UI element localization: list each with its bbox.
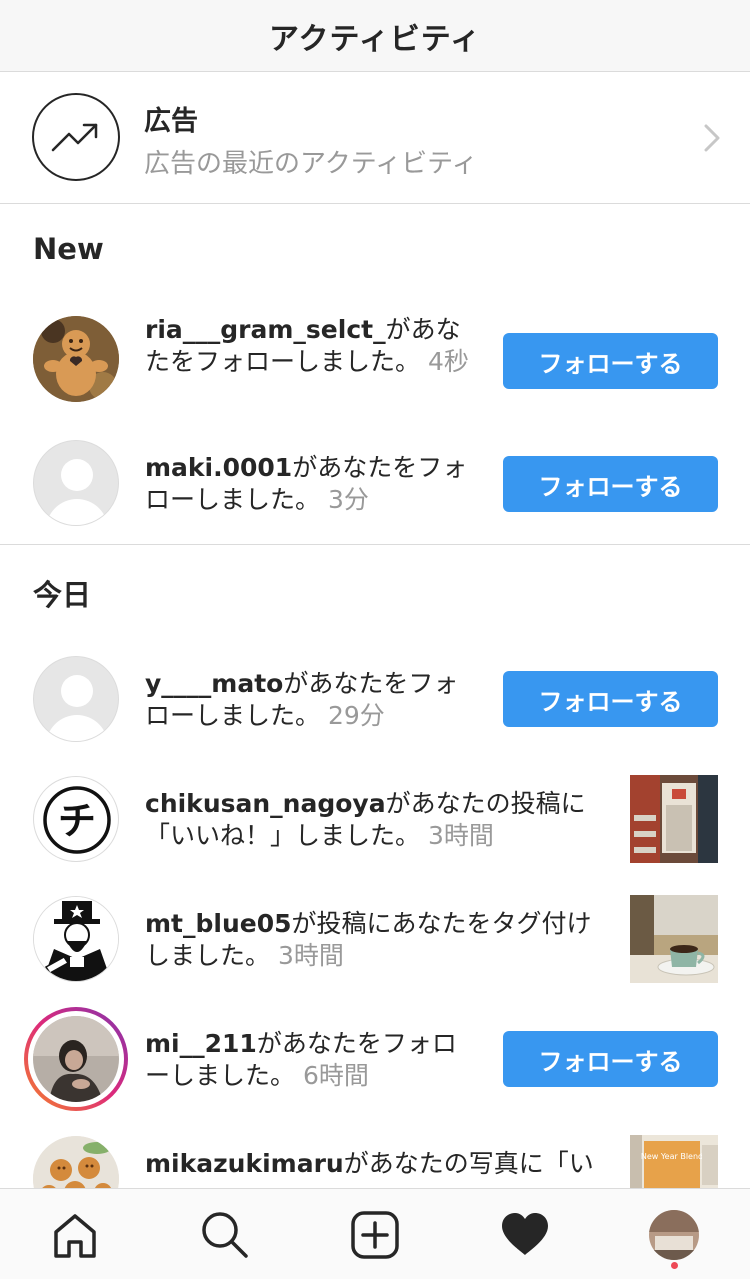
activity-item[interactable]: ria___gram_selct_があなたをフォローしました。 4秒 フォローす… bbox=[0, 300, 750, 420]
chi-logo[interactable]: チ bbox=[33, 776, 119, 862]
activity-item[interactable]: y____matoがあなたをフォローしました。 29分 フォローする bbox=[0, 640, 750, 758]
default-avatar-icon[interactable] bbox=[33, 656, 119, 742]
section-divider bbox=[0, 544, 750, 545]
username[interactable]: mi__211 bbox=[145, 1029, 257, 1058]
username[interactable]: chikusan_nagoya bbox=[145, 789, 386, 818]
username[interactable]: mt_blue05 bbox=[145, 909, 292, 938]
activity-text: ria___gram_selct_があなたをフォローしました。 4秒 bbox=[145, 314, 475, 378]
timestamp: 4秒 bbox=[427, 347, 469, 376]
activity-text: maki.0001があなたをフォローしました。 3分 bbox=[145, 452, 475, 516]
timestamp: 3時間 bbox=[427, 821, 494, 850]
activity-item[interactable]: mt_blue05が投稿にあなたをタグ付けしました。 3時間 bbox=[0, 880, 750, 1000]
user-avatar[interactable] bbox=[33, 1136, 119, 1188]
activity-text: mi__211があなたをフォローしました。 6時間 bbox=[145, 1028, 475, 1092]
activity-item[interactable]: チ chikusan_nagoyaがあなたの投稿に「いいね！」しました。 3時間 bbox=[0, 760, 750, 880]
activity-text: mikazukimaruがあなたの写真に「い bbox=[145, 1148, 600, 1180]
home-icon[interactable] bbox=[49, 1209, 101, 1261]
bottom-nav bbox=[0, 1188, 750, 1279]
search-icon[interactable] bbox=[199, 1209, 251, 1261]
follow-button[interactable]: フォローする bbox=[503, 333, 718, 389]
username[interactable]: maki.0001 bbox=[145, 453, 292, 482]
post-thumbnail[interactable]: New Year Blend bbox=[630, 1135, 718, 1188]
username[interactable]: ria___gram_selct_ bbox=[145, 315, 386, 344]
notification-dot bbox=[671, 1262, 678, 1269]
heart-icon[interactable] bbox=[499, 1209, 551, 1261]
default-avatar-icon[interactable] bbox=[33, 440, 119, 526]
user-avatar[interactable] bbox=[33, 316, 119, 402]
timestamp: 3時間 bbox=[277, 941, 344, 970]
header: アクティビティ bbox=[0, 0, 750, 72]
user-avatar[interactable] bbox=[33, 1016, 119, 1102]
activity-item[interactable]: mikazukimaruがあなたの写真に「い New Year Blend bbox=[0, 1120, 750, 1188]
timestamp: 29分 bbox=[327, 701, 385, 730]
thumbnail-label: New Year Blend bbox=[641, 1152, 703, 1161]
activity-text: mt_blue05が投稿にあなたをタグ付けしました。 3時間 bbox=[145, 908, 600, 972]
logo-text: チ bbox=[58, 799, 96, 843]
timestamp: 6時間 bbox=[302, 1061, 369, 1090]
activity-item[interactable]: mi__211があなたをフォローしました。 6時間 フォローする bbox=[0, 1000, 750, 1120]
profile-avatar[interactable] bbox=[649, 1210, 699, 1260]
section-title-new: New bbox=[33, 232, 104, 266]
activity-message: があなたの写真に「い bbox=[343, 1149, 594, 1178]
activity-text: chikusan_nagoyaがあなたの投稿に「いいね！」しました。 3時間 bbox=[145, 788, 600, 852]
post-thumbnail[interactable] bbox=[630, 895, 718, 983]
chevron-right-icon bbox=[698, 123, 724, 153]
post-thumbnail[interactable] bbox=[630, 775, 718, 863]
activity-item[interactable]: maki.0001があなたをフォローしました。 3分 フォローする bbox=[0, 424, 750, 544]
follow-button[interactable]: フォローする bbox=[503, 671, 718, 727]
username[interactable]: mikazukimaru bbox=[145, 1149, 344, 1178]
follow-button[interactable]: フォローする bbox=[503, 456, 718, 512]
timestamp: 3分 bbox=[327, 485, 369, 514]
ads-subtitle: 広告の最近のアクティビティ bbox=[144, 149, 478, 179]
ads-title: 広告 bbox=[144, 106, 198, 137]
trending-up-icon bbox=[32, 93, 120, 181]
activity-text: y____matoがあなたをフォローしました。 29分 bbox=[145, 668, 475, 732]
uncle-sam-illustration[interactable] bbox=[33, 896, 119, 982]
section-title-today: 今日 bbox=[33, 578, 92, 612]
ads-activity-row[interactable]: 広告 広告の最近のアクティビティ bbox=[0, 73, 750, 204]
username[interactable]: y____mato bbox=[145, 669, 283, 698]
page-title: アクティビティ bbox=[269, 21, 481, 57]
follow-button[interactable]: フォローする bbox=[503, 1031, 718, 1087]
add-post-icon[interactable] bbox=[349, 1209, 401, 1261]
